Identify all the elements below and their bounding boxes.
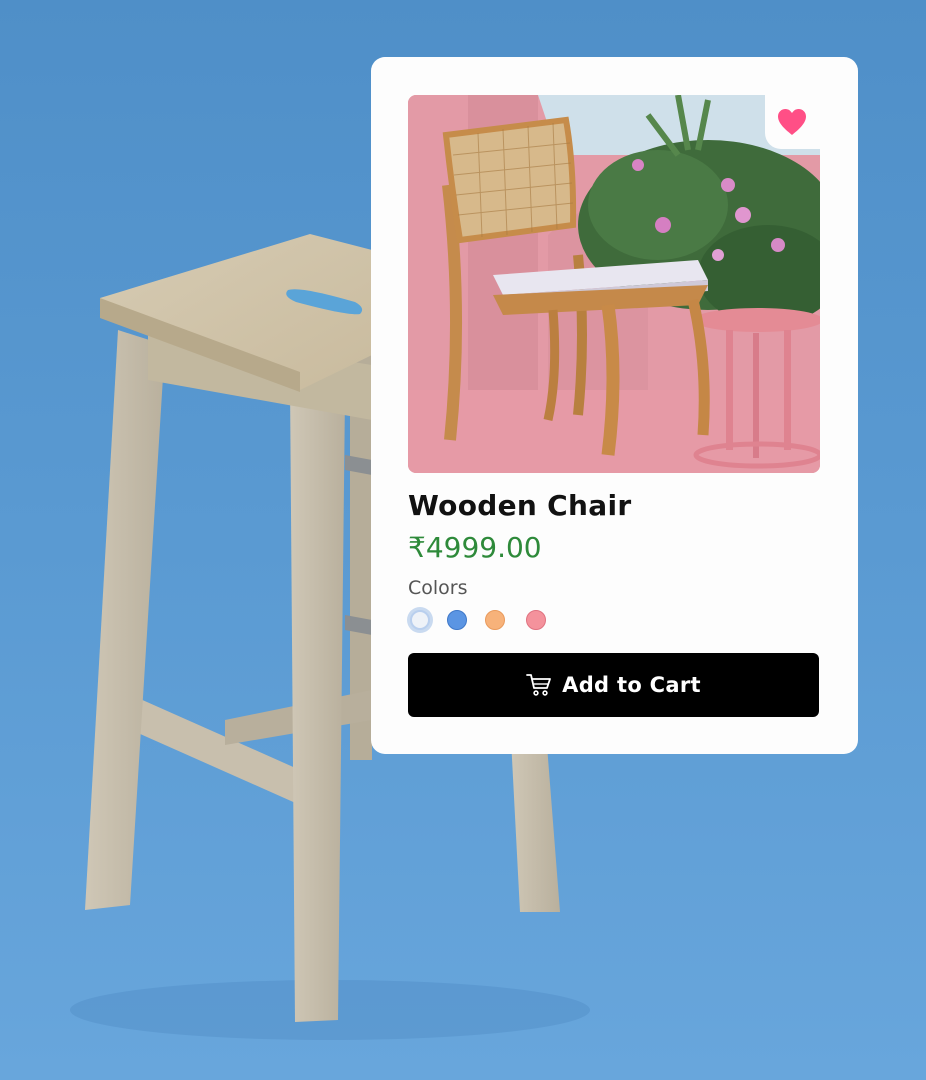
color-swatches xyxy=(406,606,606,634)
heart-icon[interactable] xyxy=(776,107,808,137)
color-swatch-orange[interactable] xyxy=(485,610,505,630)
color-swatch-white[interactable] xyxy=(410,610,430,630)
product-card: Wooden Chair ₹4999.00 Colors Add to Cart xyxy=(371,57,858,754)
color-swatch-pink[interactable] xyxy=(526,610,546,630)
product-price: ₹4999.00 xyxy=(408,531,542,564)
cart-icon xyxy=(526,674,552,696)
product-image xyxy=(408,95,820,473)
colors-label: Colors xyxy=(408,577,468,599)
color-swatch-blue[interactable] xyxy=(447,610,467,630)
add-to-cart-button[interactable]: Add to Cart xyxy=(408,653,819,717)
add-to-cart-label: Add to Cart xyxy=(562,673,701,697)
product-title: Wooden Chair xyxy=(408,489,632,522)
